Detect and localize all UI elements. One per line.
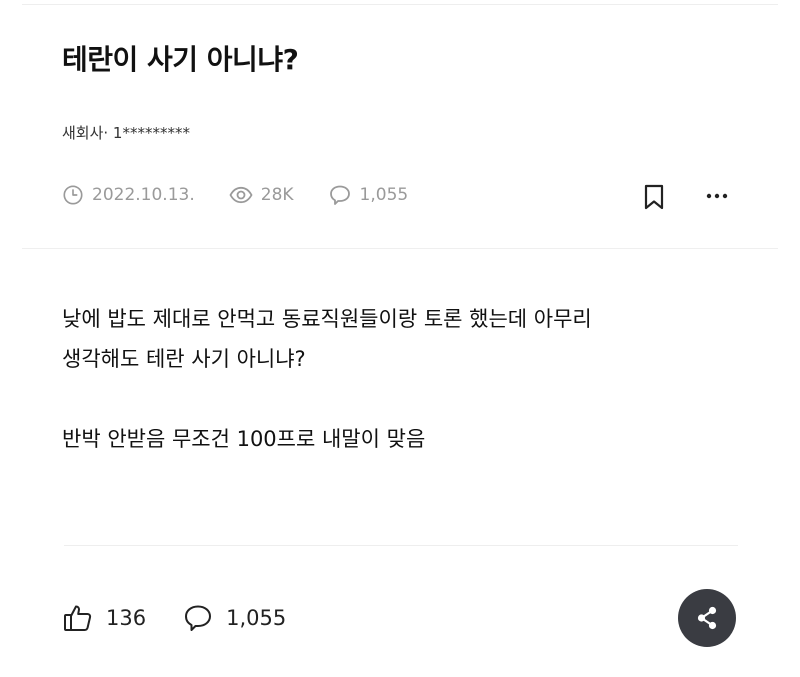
post-page: 테란이 사기 아니냐? 새회사· 1********* 2022.10.13. … <box>0 0 800 677</box>
thumbs-up-icon <box>64 605 92 631</box>
bookmark-icon[interactable] <box>641 183 667 211</box>
view-count: 28K <box>229 183 294 207</box>
views-text: 28K <box>260 185 294 205</box>
post-title: 테란이 사기 아니냐? <box>62 43 299 76</box>
post-actions: 136 1,055 <box>62 598 286 638</box>
top-divider <box>22 4 778 5</box>
body-line: 반박 안받음 무조건 100프로 내말이 맞음 <box>62 426 426 451</box>
date-text: 2022.10.13. <box>92 185 195 205</box>
like-button[interactable]: 136 <box>62 602 146 634</box>
share-icon <box>697 606 717 630</box>
eye-icon <box>229 186 253 204</box>
like-count: 136 <box>106 606 147 630</box>
speech-bubble-icon <box>329 185 350 205</box>
clock-icon <box>63 185 83 205</box>
comment-action-count: 1,055 <box>226 606 287 630</box>
comment-count: 1,055 <box>328 183 409 207</box>
comment-button[interactable]: 1,055 <box>182 602 286 634</box>
footer-divider <box>64 545 738 546</box>
post-meta: 2022.10.13. 28K 1,055 <box>62 178 408 212</box>
post-body: 낮에 밥도 제대로 안먹고 동료직원들이랑 토론 했는데 아무리 생각해도 테란… <box>62 300 752 460</box>
author-name[interactable]: 새회사· 1********* <box>62 122 190 143</box>
speech-bubble-icon <box>185 605 212 631</box>
header-divider <box>22 248 778 249</box>
more-dots-icon[interactable] <box>700 183 734 209</box>
share-button[interactable] <box>678 589 736 647</box>
post-date: 2022.10.13. <box>62 184 195 206</box>
comment-count-text: 1,055 <box>359 185 409 205</box>
body-line: 생각해도 테란 사기 아니냐? <box>62 346 306 371</box>
body-line: 낮에 밥도 제대로 안먹고 동료직원들이랑 토론 했는데 아무리 <box>62 307 592 331</box>
